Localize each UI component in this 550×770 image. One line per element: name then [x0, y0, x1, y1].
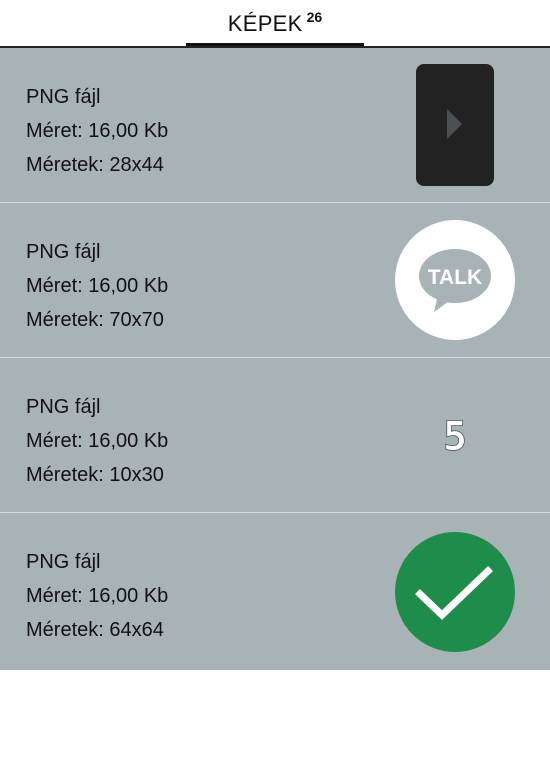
- digit-five-text: 5: [443, 414, 467, 460]
- file-type: PNG fájl: [26, 396, 101, 418]
- list-item[interactable]: PNG fájl Méret: 16,00 Kb Méretek: 70x70 …: [0, 203, 550, 358]
- tab-images[interactable]: KÉPEK 26: [186, 0, 364, 46]
- list-item[interactable]: PNG fájl Méret: 16,00 Kb Méretek: 10x30 …: [0, 358, 550, 513]
- image-list: PNG fájl Méret: 16,00 Kb Méretek: 28x44 …: [0, 48, 550, 670]
- image-thumbnail: [394, 513, 516, 670]
- file-size: Méret: 16,00 Kb: [26, 585, 169, 607]
- file-meta: PNG fájl Méret: 16,00 Kb Méretek: 64x64: [26, 545, 168, 647]
- file-dimensions: Méretek: 64x64: [26, 619, 164, 641]
- talk-chat-icon: TALK: [395, 220, 515, 340]
- file-size: Méret: 16,00 Kb: [26, 430, 169, 452]
- file-meta: PNG fájl Méret: 16,00 Kb Méretek: 70x70: [26, 235, 168, 337]
- file-type: PNG fájl: [26, 86, 101, 108]
- file-meta: PNG fájl Méret: 16,00 Kb Méretek: 28x44: [26, 80, 168, 182]
- file-size: Méret: 16,00 Kb: [26, 120, 169, 142]
- image-thumbnail: [394, 48, 516, 202]
- header: KÉPEK 26: [0, 0, 550, 48]
- checkmark-icon: [395, 531, 515, 652]
- file-type: PNG fájl: [26, 241, 101, 263]
- digit-five-icon: 5: [443, 414, 468, 460]
- play-arrow-icon: [416, 64, 494, 186]
- list-item[interactable]: PNG fájl Méret: 16,00 Kb Méretek: 64x64: [0, 513, 550, 670]
- file-meta: PNG fájl Méret: 16,00 Kb Méretek: 10x30: [26, 390, 168, 492]
- image-thumbnail: 5: [394, 358, 516, 512]
- file-type: PNG fájl: [26, 551, 101, 573]
- file-dimensions: Méretek: 10x30: [26, 464, 164, 486]
- image-thumbnail: TALK: [394, 203, 516, 357]
- list-item[interactable]: PNG fájl Méret: 16,00 Kb Méretek: 28x44: [0, 48, 550, 203]
- tab-images-count: 26: [306, 9, 323, 25]
- file-size: Méret: 16,00 Kb: [26, 275, 169, 297]
- talk-icon-text: TALK: [428, 266, 482, 289]
- file-dimensions: Méretek: 28x44: [26, 154, 164, 176]
- file-dimensions: Méretek: 70x70: [26, 309, 164, 331]
- tab-images-label: KÉPEK: [227, 11, 303, 36]
